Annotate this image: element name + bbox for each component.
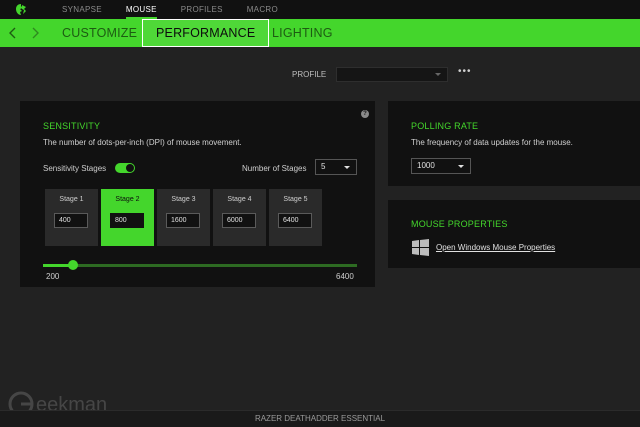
top-nav-profiles[interactable]: PROFILES <box>181 0 223 19</box>
mouse-properties-panel <box>388 200 640 268</box>
dpi-max-label: 6400 <box>336 272 354 281</box>
windows-logo-icon <box>412 239 429 256</box>
stage-5-dpi-input[interactable]: 6400 <box>278 213 312 228</box>
help-icon[interactable]: ? <box>361 110 369 118</box>
top-nav-mouse[interactable]: MOUSE <box>125 0 157 19</box>
profile-dropdown[interactable] <box>336 67 448 82</box>
sub-nav-bar: CUSTOMIZE PERFORMANCE LIGHTING <box>0 19 640 47</box>
tab-performance[interactable]: PERFORMANCE <box>142 19 270 47</box>
stage-3-dpi-input[interactable]: 1600 <box>166 213 200 228</box>
chevron-down-icon <box>344 166 350 169</box>
polling-rate-title: POLLING RATE <box>411 121 479 131</box>
more-options-icon[interactable]: ••• <box>458 66 472 77</box>
toggle-knob <box>126 164 134 172</box>
stage-4-card[interactable]: Stage 4 6000 <box>213 189 266 246</box>
chevron-down-icon <box>458 165 464 168</box>
stage-2-card[interactable]: Stage 2 800 <box>101 189 154 246</box>
stage-2-label: Stage 2 <box>115 196 140 203</box>
stage-2-dpi-input[interactable]: 800 <box>110 213 144 228</box>
number-of-stages-label: Number of Stages <box>242 164 307 173</box>
number-of-stages-dropdown[interactable]: 5 <box>315 159 357 175</box>
device-name: RAZER DEATHADDER ESSENTIAL <box>254 414 386 423</box>
polling-rate-value: 1000 <box>417 161 435 170</box>
stage-3-label: Stage 3 <box>171 196 196 203</box>
stage-5-card[interactable]: Stage 5 6400 <box>269 189 322 246</box>
tab-customize[interactable]: CUSTOMIZE <box>62 19 137 47</box>
tab-lighting[interactable]: LIGHTING <box>272 19 333 47</box>
stage-1-dpi-input[interactable]: 400 <box>54 213 88 228</box>
stage-1-label: Stage 1 <box>59 196 84 203</box>
stage-3-card[interactable]: Stage 3 1600 <box>157 189 210 246</box>
sensitivity-description: The number of dots-per-inch (DPI) of mou… <box>43 138 242 147</box>
sensitivity-stages-label: Sensitivity Stages <box>43 164 107 173</box>
sensitivity-title: SENSITIVITY <box>43 121 101 131</box>
sensitivity-stages-toggle[interactable] <box>115 163 135 173</box>
mouse-properties-title: MOUSE PROPERTIES <box>411 219 508 229</box>
polling-rate-dropdown[interactable]: 1000 <box>411 158 471 174</box>
top-nav-synapse[interactable]: SYNAPSE <box>62 0 102 19</box>
stage-1-card[interactable]: Stage 1 400 <box>45 189 98 246</box>
stage-5-label: Stage 5 <box>283 196 308 203</box>
razer-logo-icon[interactable] <box>14 3 28 16</box>
top-bar: SYNAPSE MOUSE PROFILES MACRO <box>0 0 640 19</box>
number-of-stages-value: 5 <box>321 162 326 171</box>
open-windows-mouse-properties-link[interactable]: Open Windows Mouse Properties <box>436 243 555 252</box>
chevron-down-icon <box>435 73 441 76</box>
polling-rate-description: The frequency of data updates for the mo… <box>411 138 573 147</box>
profile-label: PROFILE <box>292 70 327 79</box>
top-nav: SYNAPSE MOUSE PROFILES MACRO <box>62 0 302 19</box>
dpi-slider-track[interactable] <box>43 264 357 267</box>
back-arrow-icon[interactable] <box>8 26 18 40</box>
dpi-min-label: 200 <box>46 272 60 281</box>
forward-arrow-icon[interactable] <box>30 26 40 40</box>
footer-bar: RAZER DEATHADDER ESSENTIAL <box>0 410 640 427</box>
stage-4-label: Stage 4 <box>227 196 252 203</box>
top-nav-macro[interactable]: MACRO <box>247 0 278 19</box>
stage-4-dpi-input[interactable]: 6000 <box>222 213 256 228</box>
